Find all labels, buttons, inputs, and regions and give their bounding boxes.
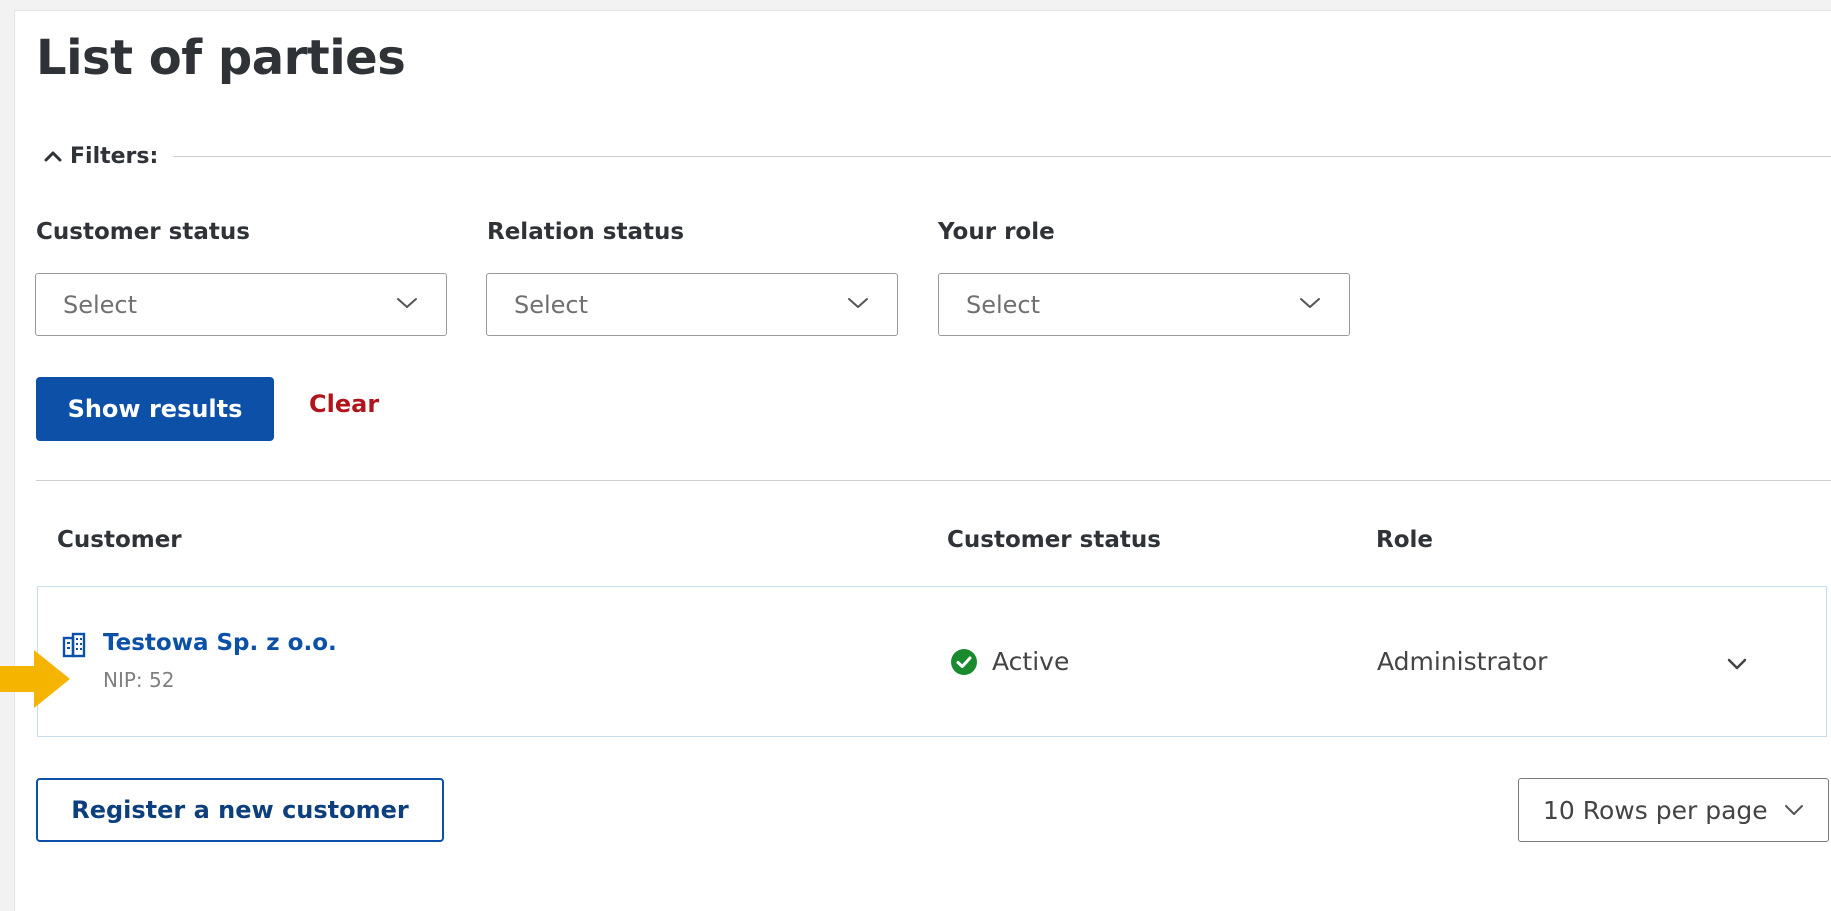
your-role-label: Your role <box>938 219 1055 245</box>
register-new-customer-button[interactable]: Register a new customer <box>36 778 444 842</box>
your-role-value: Select <box>966 290 1041 319</box>
chevron-down-icon <box>848 298 868 308</box>
chevron-down-icon <box>1785 805 1803 815</box>
column-header-customer-status: Customer status <box>947 527 1161 553</box>
your-role-select[interactable]: Select <box>938 273 1350 336</box>
chevron-down-icon <box>1727 658 1747 670</box>
show-results-button[interactable]: Show results <box>36 377 274 441</box>
customer-status-label: Customer status <box>36 219 250 245</box>
expand-row-button[interactable] <box>1720 647 1754 681</box>
status-text: Active <box>992 647 1070 676</box>
arrow-right-icon <box>0 650 70 708</box>
relation-status-label: Relation status <box>487 219 685 245</box>
chevron-up-icon <box>44 151 62 162</box>
customer-name-link[interactable]: Testowa Sp. z o.o. <box>103 630 337 656</box>
column-header-role: Role <box>1376 527 1433 553</box>
page-title: List of parties <box>36 30 406 86</box>
role-value: Administrator <box>1377 647 1548 676</box>
chevron-down-icon <box>1300 298 1320 308</box>
clear-button[interactable]: Clear <box>309 390 379 418</box>
relation-status-select[interactable]: Select <box>486 273 898 336</box>
customer-status-select[interactable]: Select <box>35 273 447 336</box>
status-badge: Active <box>950 647 1069 676</box>
filters-header: Filters: <box>44 140 1831 172</box>
filters-divider <box>173 156 1831 157</box>
column-header-customer: Customer <box>57 527 182 553</box>
filters-toggle[interactable]: Filters: <box>44 140 158 172</box>
customer-nip: NIP: 52 <box>103 668 175 692</box>
filters-toggle-label: Filters: <box>70 143 159 169</box>
section-divider <box>36 480 1831 481</box>
check-circle-icon <box>951 648 977 675</box>
rows-per-page-value: 10 Rows per page <box>1543 795 1768 825</box>
rows-per-page-select[interactable]: 10 Rows per page <box>1518 778 1829 842</box>
chevron-down-icon <box>397 298 417 308</box>
relation-status-value: Select <box>514 290 589 319</box>
table-row: Testowa Sp. z o.o. NIP: 52 Active Admini… <box>37 586 1827 737</box>
customer-status-value: Select <box>63 290 138 319</box>
